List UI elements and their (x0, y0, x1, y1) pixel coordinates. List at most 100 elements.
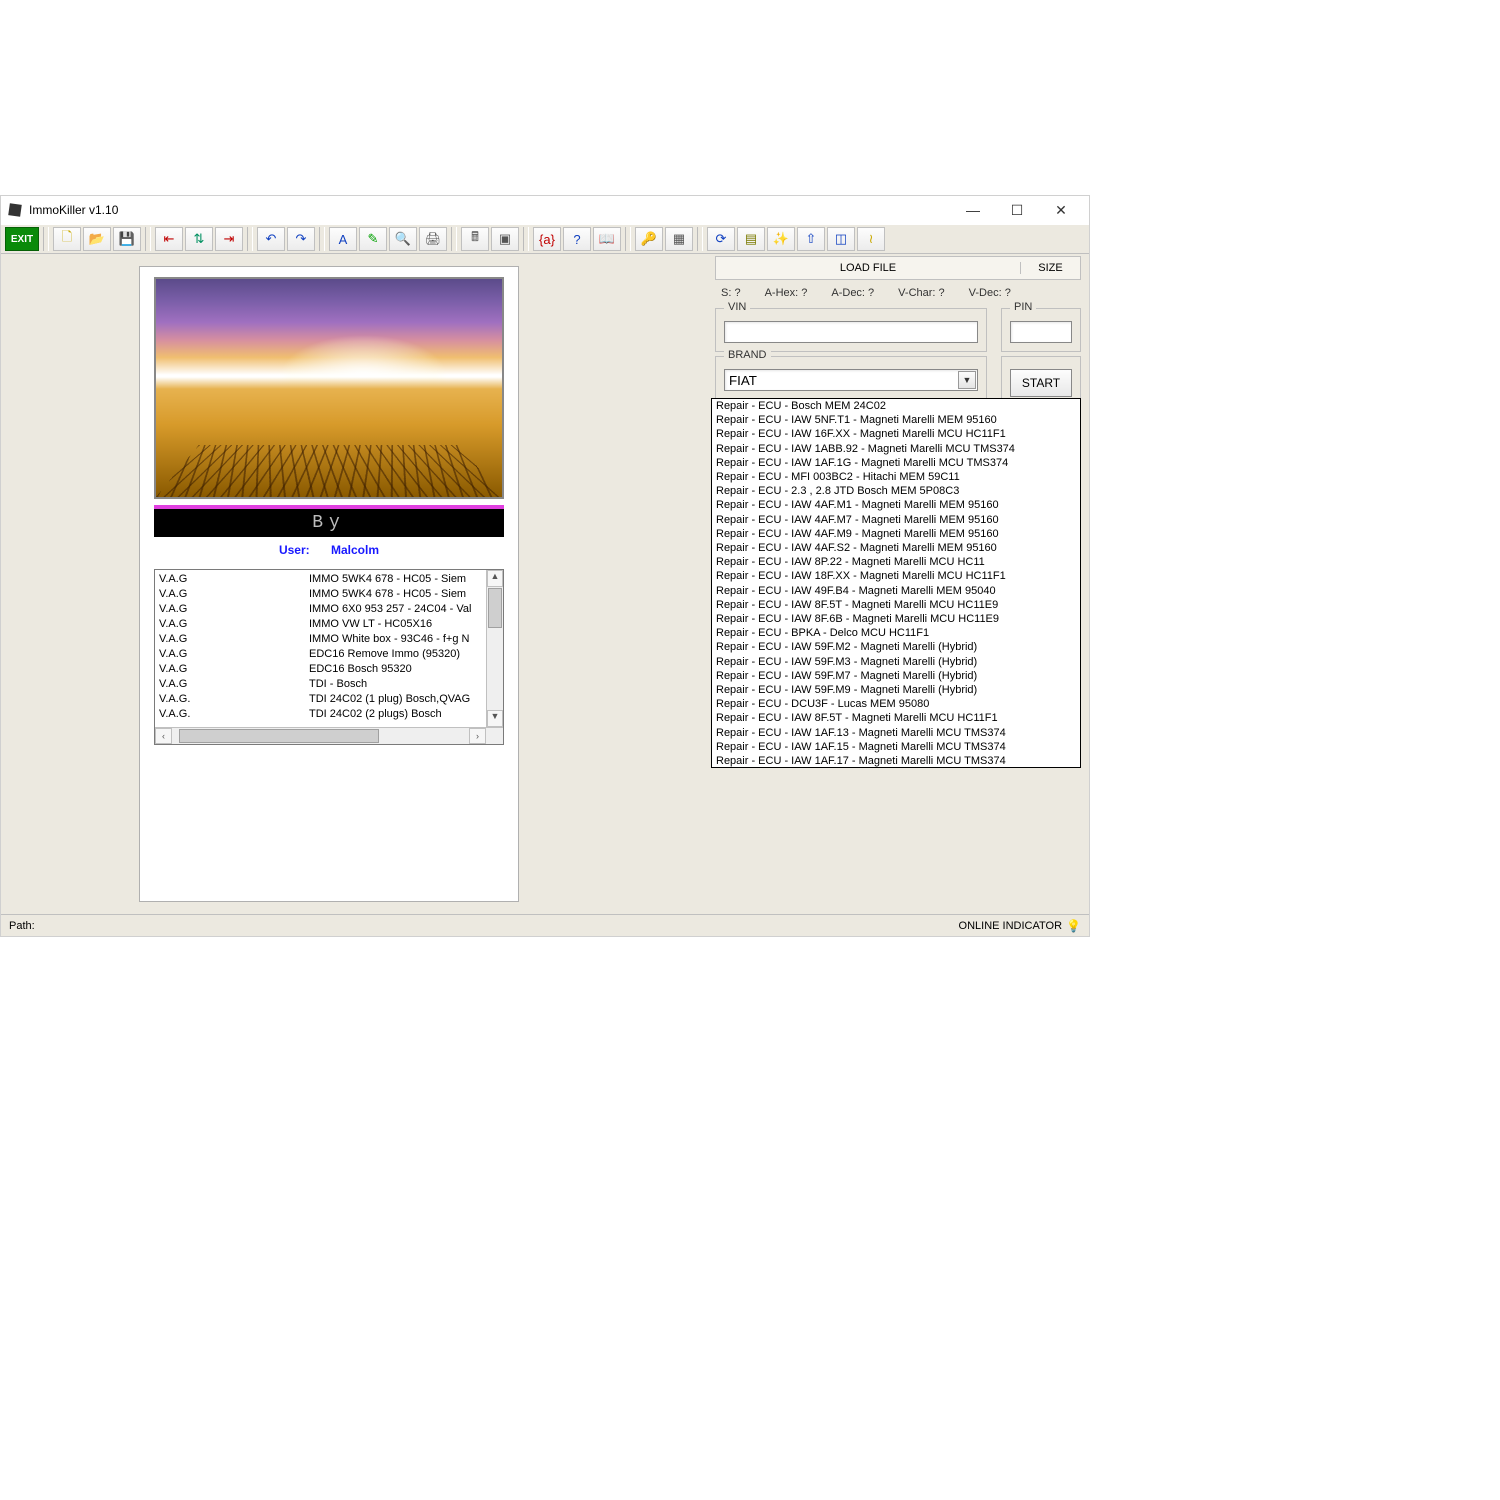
dropdown-option[interactable]: Repair - ECU - IAW 1AF.1G - Magneti Mare… (712, 456, 1080, 470)
bolt-icon[interactable]: ≀ (857, 227, 885, 251)
vin-input[interactable] (724, 321, 978, 343)
brand-combo[interactable]: ▼ (724, 369, 978, 391)
vin-legend: VIN (724, 301, 750, 313)
model-dropdown[interactable]: Repair - ECU - Bosch MEM 24C02Repair - E… (711, 398, 1081, 768)
wand-icon[interactable]: ✨ (767, 227, 795, 251)
dropdown-option[interactable]: Repair - ECU - 2.3 , 2.8 JTD Bosch MEM 5… (712, 484, 1080, 498)
help-icon[interactable]: ? (563, 227, 591, 251)
select-icon[interactable]: ◫ (827, 227, 855, 251)
list-item[interactable]: V.A.GIMMO 5WK4 678 - HC05 - Siem (159, 587, 485, 602)
import-icon[interactable]: ⇤ (155, 227, 183, 251)
user-line: User: Malcolm (154, 543, 504, 557)
list-item[interactable]: V.A.G.TDI 24C02 (2 plugs) Bosch (159, 707, 485, 722)
hscroll-thumb[interactable] (179, 729, 379, 743)
info-adec: A-Dec: ? (831, 287, 874, 299)
redo-icon[interactable]: ↷ (287, 227, 315, 251)
list-item[interactable]: V.A.GIMMO White box - 93C46 - f+g N (159, 632, 485, 647)
list-item[interactable]: V.A.GEDC16 Bosch 95320 (159, 662, 485, 677)
dropdown-option[interactable]: Repair - ECU - IAW 1ABB.92 - Magneti Mar… (712, 442, 1080, 456)
brand-legend: BRAND (724, 349, 771, 361)
online-indicator: ONLINE INDICATOR 💡 (959, 919, 1081, 933)
save-icon[interactable]: 💾 (113, 227, 141, 251)
scroll-right-icon[interactable]: › (469, 728, 486, 744)
list-item[interactable]: V.A.GEDC16 Remove Immo (95320) (159, 647, 485, 662)
swap-icon[interactable]: ⇅ (185, 227, 213, 251)
dropdown-option[interactable]: Repair - ECU - IAW 59F.M2 - Magneti Mare… (712, 640, 1080, 654)
dropdown-option[interactable]: Repair - ECU - IAW 59F.M7 - Magneti Mare… (712, 669, 1080, 683)
brand-input[interactable] (724, 369, 978, 391)
scroll-up-icon[interactable]: ▲ (487, 570, 503, 587)
dropdown-option[interactable]: Repair - ECU - IAW 59F.M9 - Magneti Mare… (712, 683, 1080, 697)
book-icon[interactable]: 📖 (593, 227, 621, 251)
vin-group: VIN (715, 308, 987, 352)
toolbar: EXIT 🗋📂💾 ⇤⇅⇥ ↶↷ A✎🔍🖨 🖩▣ {a}?📖 🔑▦ ⟳▤✨⇧◫≀ (1, 224, 1089, 254)
dropdown-option[interactable]: Repair - ECU - Bosch MEM 24C02 (712, 399, 1080, 413)
maximize-button[interactable]: ☐ (995, 196, 1039, 224)
marquee-banner: By (154, 505, 504, 537)
dropdown-option[interactable]: Repair - ECU - IAW 1AF.15 - Magneti Mare… (712, 740, 1080, 754)
doc-a-icon[interactable]: A (329, 227, 357, 251)
vscrollbar[interactable]: ▲ ▼ (486, 570, 503, 727)
list-item[interactable]: V.A.G.TDI 24C02 (1 plug) Bosch,QVAG (159, 692, 485, 707)
vehicle-listbox[interactable]: V.A.GIMMO 5WK4 678 - HC05 - SiemV.A.GIMM… (154, 569, 504, 745)
dropdown-option[interactable]: Repair - ECU - IAW 59F.M3 - Magneti Mare… (712, 655, 1080, 669)
window-icon[interactable]: ▣ (491, 227, 519, 251)
close-button[interactable]: ✕ (1039, 196, 1083, 224)
dropdown-option[interactable]: Repair - ECU - BPKA - Delco MCU HC11F1 (712, 626, 1080, 640)
find-icon[interactable]: 🔍 (389, 227, 417, 251)
app-window: ImmoKiller v1.10 — ☐ ✕ EXIT 🗋📂💾 ⇤⇅⇥ ↶↷ A✎🔍🖨… (0, 195, 1090, 937)
dropdown-option[interactable]: Repair - ECU - IAW 8F.5T - Magneti Marel… (712, 598, 1080, 612)
braces-icon[interactable]: {a} (533, 227, 561, 251)
list-item[interactable]: V.A.GIMMO 6X0 953 257 - 24C04 - Val (159, 602, 485, 617)
scroll-thumb[interactable] (488, 588, 502, 628)
open-icon[interactable]: 📂 (83, 227, 111, 251)
minimize-button[interactable]: — (951, 196, 995, 224)
pin-legend: PIN (1010, 301, 1036, 313)
toolbar-separator (523, 227, 529, 251)
list-item[interactable]: V.A.GIMMO VW LT - HC05X16 (159, 617, 485, 632)
size-label: SIZE (1020, 262, 1080, 274)
chip-icon[interactable]: ▦ (665, 227, 693, 251)
calc-icon[interactable]: 🖩 (461, 227, 489, 251)
dropdown-option[interactable]: Repair - ECU - DCU3F - Lucas MEM 95080 (712, 697, 1080, 711)
undo-icon[interactable]: ↶ (257, 227, 285, 251)
up-icon[interactable]: ⇧ (797, 227, 825, 251)
info-s: S: ? (721, 287, 741, 299)
key-icon[interactable]: 🔑 (635, 227, 663, 251)
dropdown-option[interactable]: Repair - ECU - IAW 8F.6B - Magneti Marel… (712, 612, 1080, 626)
dropdown-option[interactable]: Repair - ECU - IAW 5NF.T1 - Magneti Mare… (712, 413, 1080, 427)
export-icon[interactable]: ⇥ (215, 227, 243, 251)
grid-icon[interactable]: ▤ (737, 227, 765, 251)
hero-image (154, 277, 504, 499)
list-item[interactable]: V.A.GTDI - Bosch (159, 677, 485, 692)
dropdown-option[interactable]: Repair - ECU - IAW 16F.XX - Magneti Mare… (712, 427, 1080, 441)
dropdown-option[interactable]: Repair - ECU - IAW 4AF.S2 - Magneti Mare… (712, 541, 1080, 555)
dropdown-option[interactable]: Repair - ECU - IAW 1AF.17 - Magneti Mare… (712, 754, 1080, 768)
doc-b-icon[interactable]: ✎ (359, 227, 387, 251)
scroll-down-icon[interactable]: ▼ (487, 710, 503, 727)
chevron-down-icon[interactable]: ▼ (958, 371, 976, 389)
dropdown-option[interactable]: Repair - ECU - IAW 4AF.M9 - Magneti Mare… (712, 527, 1080, 541)
statusbar: Path: ONLINE INDICATOR 💡 (1, 914, 1089, 936)
scroll-left-icon[interactable]: ‹ (155, 728, 172, 744)
dropdown-option[interactable]: Repair - ECU - IAW 4AF.M1 - Magneti Mare… (712, 498, 1080, 512)
pin-input[interactable] (1010, 321, 1072, 343)
hscrollbar[interactable]: ‹ › (155, 727, 503, 744)
dropdown-option[interactable]: Repair - ECU - IAW 8P.22 - Magneti Marel… (712, 555, 1080, 569)
list-item[interactable]: V.A.GIMMO 5WK4 678 - HC05 - Siem (159, 572, 485, 587)
dropdown-option[interactable]: Repair - ECU - MFI 003BC2 - Hitachi MEM … (712, 470, 1080, 484)
app-title: ImmoKiller v1.10 (29, 203, 951, 217)
new-icon[interactable]: 🗋 (53, 227, 81, 251)
dropdown-option[interactable]: Repair - ECU - IAW 49F.B4 - Magneti Mare… (712, 584, 1080, 598)
content-area: By User: Malcolm V.A.GIMMO 5WK4 678 - HC… (1, 254, 1089, 914)
toolbar-separator (451, 227, 457, 251)
exit-button[interactable]: EXIT (5, 227, 39, 251)
toolbar-separator (247, 227, 253, 251)
dropdown-option[interactable]: Repair - ECU - IAW 1AF.13 - Magneti Mare… (712, 726, 1080, 740)
refresh-icon[interactable]: ⟳ (707, 227, 735, 251)
print-icon[interactable]: 🖨 (419, 227, 447, 251)
dropdown-option[interactable]: Repair - ECU - IAW 4AF.M7 - Magneti Mare… (712, 513, 1080, 527)
dropdown-option[interactable]: Repair - ECU - IAW 18F.XX - Magneti Mare… (712, 569, 1080, 583)
start-button[interactable]: START (1010, 369, 1072, 397)
dropdown-option[interactable]: Repair - ECU - IAW 8F.5T - Magneti Marel… (712, 711, 1080, 725)
